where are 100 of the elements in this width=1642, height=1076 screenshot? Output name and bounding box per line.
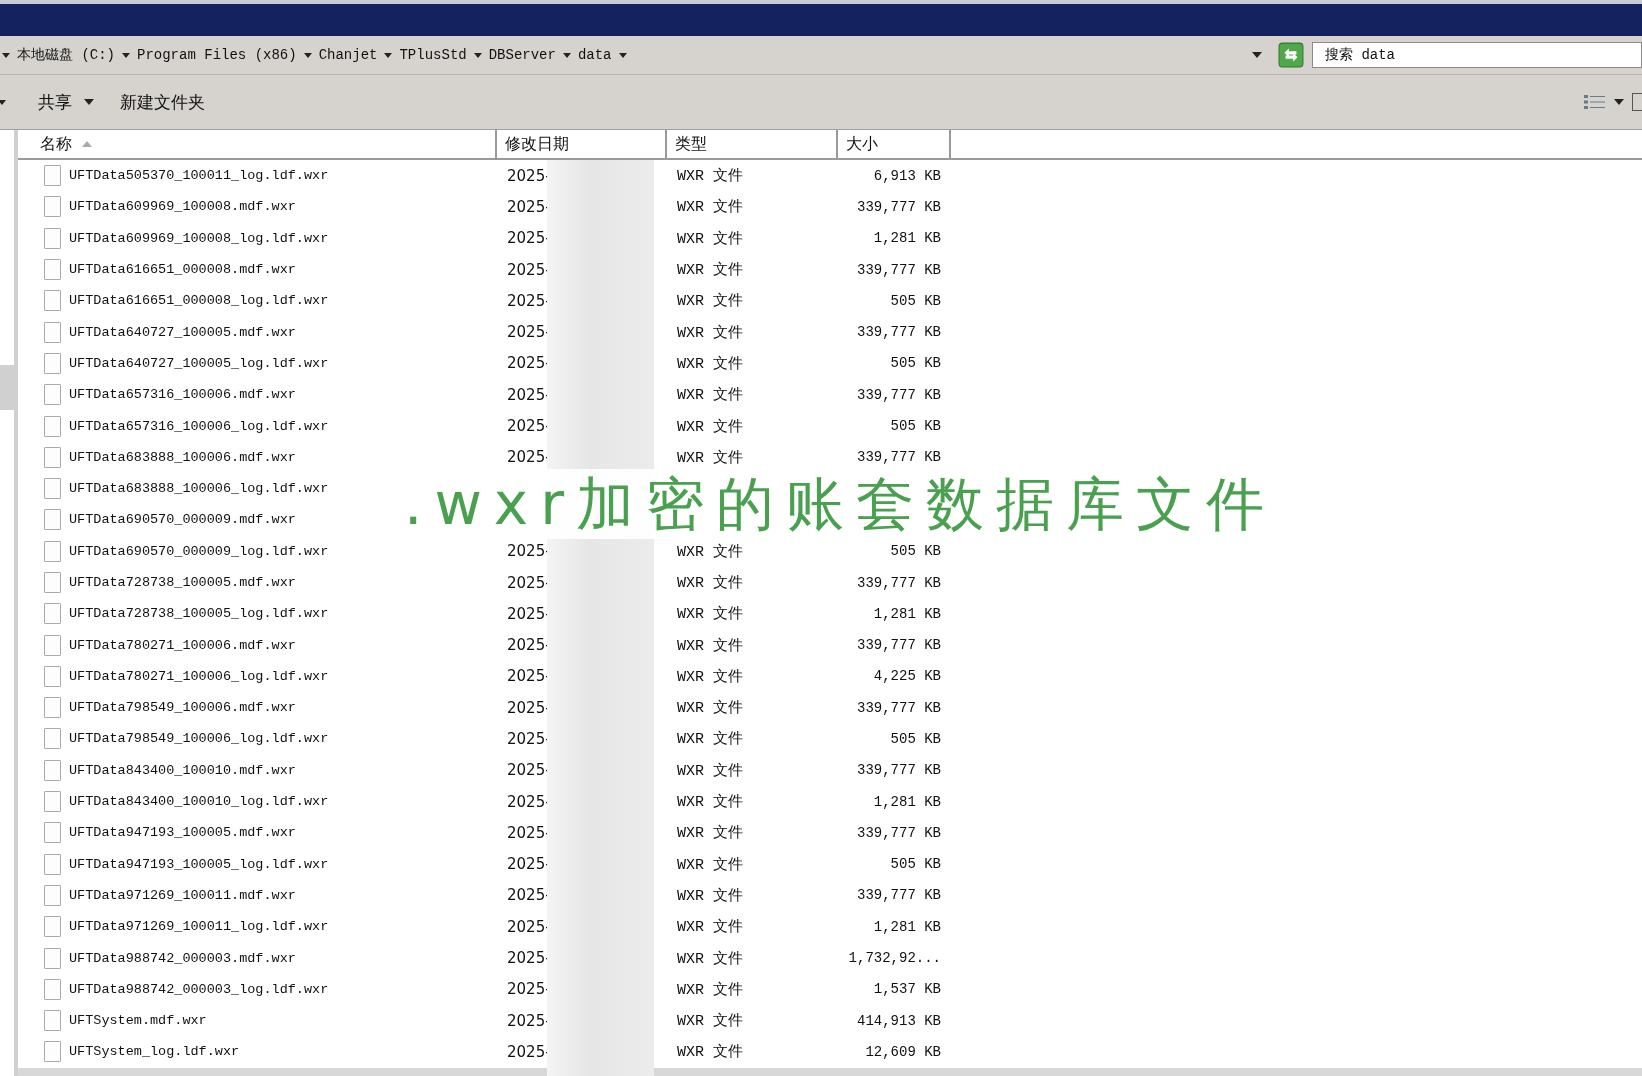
file-name[interactable]: UFTData947193_100005.mdf.wxr [69,825,296,841]
file-size: 1,281 KB [873,230,941,247]
file-icon [44,634,61,656]
file-type: WXR 文件 [677,260,743,280]
file-name[interactable]: UFTData971269_100011_log.ldf.wxr [69,919,329,935]
column-header[interactable]: 大小 [838,130,951,158]
column-header[interactable]: 修改日期 [497,130,667,158]
file-size: 339,777 KB [857,386,941,403]
scrollbar-thumb[interactable] [0,365,14,410]
modified-date: 2025- [507,730,551,748]
modified-date: 2025- [507,604,551,623]
file-icon [44,884,61,906]
file-name[interactable]: UFTData780271_100006.mdf.wxr [69,637,296,653]
file-type: WXR 文件 [677,573,743,592]
file-size: 505 KB [890,292,941,309]
file-size: 339,777 KB [857,699,941,716]
file-name[interactable]: UFTData947193_100005_log.ldf.wxr [69,856,329,872]
file-name[interactable]: UFTData657316_100006.mdf.wxr [69,387,296,403]
file-type: WXR 文件 [677,949,743,968]
file-type: WXR 文件 [677,792,743,812]
file-name[interactable]: UFTData780271_100006_log.ldf.wxr [69,668,329,684]
file-icon [44,791,61,813]
file-type: WXR 文件 [677,1042,743,1062]
file-name[interactable]: UFTData728738_100005.mdf.wxr [69,575,296,590]
modified-date: 2025- [507,385,551,404]
file-name[interactable]: UFTData683888_100006.mdf.wxr [69,449,296,465]
file-type: WXR 文件 [677,385,743,405]
breadcrumb-item[interactable]: Program Files (x86) [137,47,297,63]
file-size: 505 KB [890,731,941,747]
file-name[interactable]: UFTData640727_100005.mdf.wxr [69,324,296,340]
file-name[interactable]: UFTData971269_100011.mdf.wxr [69,887,296,903]
file-name[interactable]: UFTData690570_000009_log.ldf.wxr [69,543,329,559]
file-icon [44,446,61,468]
file-type: WXR 文件 [677,698,743,718]
file-type: WXR 文件 [677,448,743,467]
file-icon [44,352,61,374]
file-name[interactable]: UFTData690570_000009.mdf.wxr [69,512,296,528]
file-name[interactable]: UFTSystem_log.ldf.wxr [69,1044,240,1060]
breadcrumb-item[interactable]: 本地磁盘 (C:) [17,46,115,64]
file-name[interactable]: UFTData609969_100008_log.ldf.wxr [69,230,329,246]
modified-date: 2025- [507,417,551,435]
file-type: WXR 文件 [677,855,743,874]
dropdown-icon[interactable] [1614,99,1624,105]
modified-date: 2025- [507,949,551,968]
file-icon [44,196,61,218]
dropdown-icon[interactable] [1252,52,1262,58]
file-icon [44,759,61,781]
file-name[interactable]: UFTData843400_100010.mdf.wxr [69,762,296,778]
file-icon [44,321,61,343]
toolbar-button[interactable]: 新建文件夹 [110,86,215,118]
file-name[interactable]: UFTData728738_100005_log.ldf.wxr [69,606,329,622]
file-icon [44,227,61,249]
view-options-icon[interactable] [1584,94,1606,110]
file-name[interactable]: UFTData843400_100010_log.ldf.wxr [69,794,329,810]
file-name[interactable]: UFTData798549_100006.mdf.wxr [69,700,296,716]
breadcrumb-item[interactable]: TPlusStd [399,47,467,63]
file-size: 1,537 KB [873,981,941,998]
file-icon [44,947,61,969]
file-name[interactable]: UFTData609969_100008.mdf.wxr [69,199,296,215]
file-name[interactable]: UFTData683888_100006_log.ldf.wxr [69,481,329,497]
file-size: 1,281 KB [873,605,941,622]
file-name[interactable]: UFTData798549_100006_log.ldf.wxr [69,731,329,747]
modified-date: 2025- [507,573,551,592]
modified-date: 2025- [507,636,551,655]
column-header[interactable]: 类型 [667,130,838,158]
share-menu-button[interactable]: 共享 [28,86,104,118]
search-field[interactable]: 搜索 data [1312,42,1642,68]
file-type: WXR 文件 [677,636,743,655]
file-icon [44,1010,61,1032]
breadcrumb-item[interactable]: Chanjet [318,47,378,63]
file-size: 4,225 KB [873,668,941,685]
file-size: 1,281 KB [873,918,941,935]
file-name[interactable]: UFTSystem.mdf.wxr [69,1013,207,1029]
file-size: 339,777 KB [857,574,941,591]
modified-date: 2025- [507,197,551,216]
column-header[interactable]: 名称 [18,130,497,158]
breadcrumb-item[interactable]: DBServer [488,47,556,63]
file-size: 1,281 KB [873,793,941,810]
file-name[interactable]: UFTData657316_100006_log.ldf.wxr [69,418,329,434]
file-size: 505 KB [890,543,941,560]
file-type: WXR 文件 [677,886,743,905]
modified-date: 2025- [507,698,551,717]
modified-date: 2025- [507,761,551,780]
breadcrumb-item[interactable]: data [577,47,612,63]
file-name[interactable]: UFTData988742_000003.mdf.wxr [69,950,296,966]
address-bar[interactable]: 本地磁盘 (C:) Program Files (x86) Chanjet TPlusStd DBServer data [2,46,1236,64]
file-name[interactable]: UFTData616651_000008.mdf.wxr [69,262,296,278]
modified-date: 2025- [507,1042,551,1061]
file-name[interactable]: UFTData505370_100011_log.ldf.wxr [69,168,329,184]
modified-date: 2025- [507,354,551,373]
modified-date: 2025- [507,917,551,936]
file-name[interactable]: UFTData640727_100005_log.ldf.wxr [69,355,329,371]
preview-pane-icon[interactable] [1632,93,1642,111]
file-type: WXR 文件 [677,729,743,749]
file-name[interactable]: UFTData616651_000008_log.ldf.wxr [69,293,329,309]
modified-date: 2025- [507,448,551,467]
file-icon [44,916,61,938]
file-name[interactable]: UFTData988742_000003_log.ldf.wxr [69,981,329,997]
file-type: WXR 文件 [677,604,743,624]
refresh-icon[interactable] [1278,42,1304,68]
